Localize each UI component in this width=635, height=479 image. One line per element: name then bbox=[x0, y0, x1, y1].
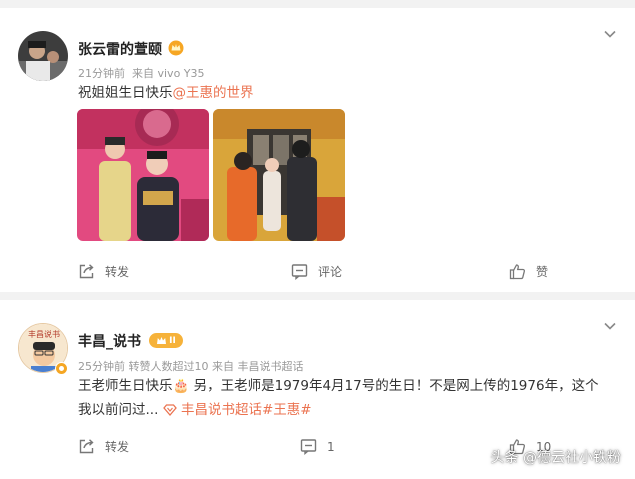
chevron-down-icon[interactable] bbox=[603, 319, 617, 333]
post-text: 王老师生日快乐🎂 另，王老师是1979年4月17号的生日！不是网上传的1976年… bbox=[78, 378, 599, 418]
like-button[interactable]: 赞 bbox=[509, 263, 548, 280]
chevron-down-icon[interactable] bbox=[603, 27, 617, 41]
post-meta: 25分钟前 转赞人数超过10 来自 丰昌说书超话 bbox=[78, 360, 304, 373]
comment-icon bbox=[291, 264, 308, 280]
avatar-text: 丰昌说书 bbox=[28, 329, 60, 339]
comment-icon bbox=[300, 439, 317, 455]
post-photo-1[interactable] bbox=[77, 109, 209, 241]
username[interactable]: 张云雷的萱颐 bbox=[78, 39, 162, 59]
post-card-1: 张云雷的萱颐 21分钟前 来自 vivo Y35 祝姐姐生日快乐@王惠的世界 转… bbox=[0, 8, 635, 292]
post-source: 来自 vivo Y35 bbox=[132, 67, 205, 80]
supertopic-icon bbox=[162, 404, 177, 416]
thumbs-up-icon bbox=[509, 264, 526, 280]
repost-button[interactable]: 转发 bbox=[78, 438, 129, 455]
share-icon bbox=[79, 439, 94, 454]
level-badge: II bbox=[149, 333, 183, 348]
topic-link[interactable]: 丰昌说书超话#王惠# bbox=[181, 402, 312, 418]
post-actions: 转发 评论 赞 bbox=[0, 259, 635, 287]
post-time: 21分钟前 bbox=[78, 67, 125, 80]
repost-button[interactable]: 转发 bbox=[78, 263, 129, 280]
post-text: 祝姐姐生日快乐@王惠的世界 bbox=[78, 85, 254, 101]
comment-button[interactable]: 1 bbox=[300, 438, 335, 455]
vip-crown-icon bbox=[168, 40, 184, 56]
mention-link[interactable]: @王惠的世界 bbox=[173, 85, 254, 101]
comment-button[interactable]: 评论 bbox=[291, 263, 342, 280]
avatar[interactable] bbox=[18, 31, 68, 81]
watermark: 头条 @德云社小铁粉 bbox=[490, 450, 621, 466]
crown-icon bbox=[157, 337, 167, 344]
username[interactable]: 丰昌_说书 bbox=[78, 331, 141, 351]
share-icon bbox=[79, 264, 94, 279]
post-photo-2[interactable] bbox=[213, 109, 345, 241]
verified-badge-icon bbox=[55, 362, 68, 375]
post-meta: 21分钟前 来自 vivo Y35 bbox=[78, 65, 205, 81]
